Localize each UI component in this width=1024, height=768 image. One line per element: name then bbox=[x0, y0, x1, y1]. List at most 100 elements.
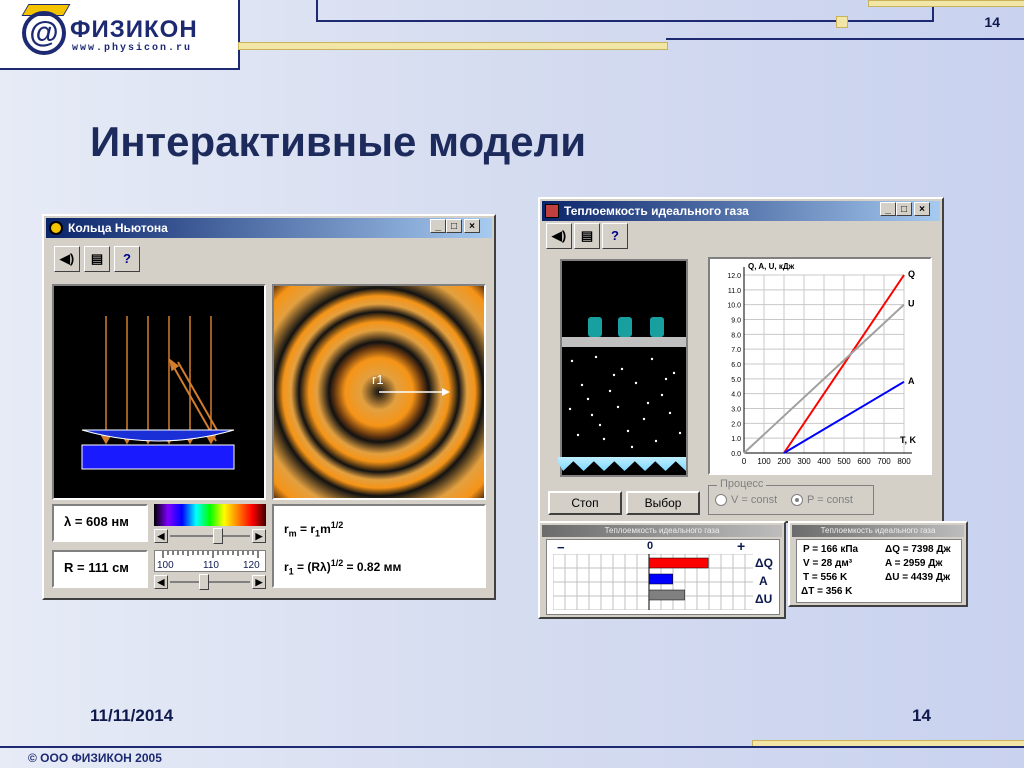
y-axis-label: Q, A, U, кДж bbox=[748, 262, 795, 271]
close-button[interactable]: × bbox=[914, 202, 930, 216]
radius-decrease-button[interactable]: ◀ bbox=[154, 575, 168, 589]
readout-a: A = 2959 Дж bbox=[885, 558, 943, 569]
footer-rule bbox=[0, 746, 1024, 748]
scale-label-1: 100 bbox=[157, 560, 174, 571]
radio-dot bbox=[795, 498, 799, 502]
close-button[interactable]: × bbox=[464, 219, 480, 233]
app-icon bbox=[545, 204, 559, 218]
y-tick-label: 10.0 bbox=[727, 303, 741, 310]
gas-cylinder bbox=[558, 259, 688, 477]
readout-p: P = 166 кПа bbox=[803, 544, 859, 555]
x-tick-label: 100 bbox=[757, 457, 771, 466]
y-tick-label: 12.0 bbox=[727, 273, 741, 280]
lambda-slider-thumb[interactable] bbox=[213, 528, 224, 544]
lens-diagram bbox=[81, 316, 235, 470]
logo-url: www.physicon.ru bbox=[72, 43, 193, 54]
y-tick-label: 3.0 bbox=[731, 407, 741, 414]
energy-bars-area: − 0 + ΔQ A ΔU bbox=[546, 538, 780, 615]
formula-r1: r1 = (Rλ)1/2 = 0.82 мм bbox=[284, 558, 402, 577]
stop-button[interactable]: Стоп bbox=[548, 491, 622, 515]
radio-p-const[interactable] bbox=[791, 494, 803, 506]
x-tick-label: 700 bbox=[877, 457, 891, 466]
maximize-button[interactable]: □ bbox=[896, 202, 912, 216]
energy-bar-0 bbox=[648, 557, 709, 569]
radio-v-label[interactable]: V = const bbox=[731, 494, 777, 506]
minus-sign: − bbox=[557, 540, 565, 555]
radius-slider-track[interactable] bbox=[170, 581, 250, 583]
description-button[interactable]: ▤ bbox=[84, 246, 110, 272]
page-number-top: 14 bbox=[984, 14, 1000, 30]
readout-dt: ΔT = 356 K bbox=[801, 586, 853, 597]
sound-button[interactable]: ◀) bbox=[546, 223, 572, 249]
window-title: Теплоемкость идеального газа bbox=[564, 204, 749, 218]
radius-slider-thumb[interactable] bbox=[198, 574, 209, 590]
minimize-button[interactable]: _ bbox=[430, 219, 446, 233]
y-tick-label: 6.0 bbox=[731, 362, 741, 369]
energy-bars-window: Теплоемкость идеального газа − 0 + ΔQ A … bbox=[538, 521, 786, 619]
scale-label-3: 120 bbox=[243, 560, 260, 571]
y-tick-label: 4.0 bbox=[731, 392, 741, 399]
y-tick-label: 1.0 bbox=[731, 436, 741, 443]
series-label-u: U bbox=[908, 299, 915, 309]
title-bar[interactable]: Кольца Ньютона bbox=[46, 218, 492, 238]
x-tick-label: 600 bbox=[857, 457, 871, 466]
energy-chart: 0 100 200 300 400 500 600 700 800 0.0 1.0 2.0 3.0 4.0… bbox=[708, 257, 932, 475]
small-title-bar[interactable]: Теплоемкость идеального газа bbox=[542, 525, 782, 537]
page-title: Интерактивные модели bbox=[90, 118, 587, 165]
help-icon: ? bbox=[611, 228, 619, 243]
y-tick-label: 7.0 bbox=[731, 347, 741, 354]
weight-icon bbox=[588, 317, 602, 337]
radius-increase-button[interactable]: ▶ bbox=[252, 575, 266, 589]
header-rule bbox=[666, 38, 1024, 40]
readout-window: Теплоемкость идеального газа P = 166 кПа… bbox=[788, 521, 968, 607]
spectrum-bar bbox=[154, 504, 266, 526]
help-icon: ? bbox=[123, 251, 131, 266]
energy-bar-1 bbox=[648, 573, 673, 585]
x-tick-label: 500 bbox=[837, 457, 851, 466]
x-tick-label: 0 bbox=[742, 457, 747, 466]
minimize-button[interactable]: _ bbox=[880, 202, 896, 216]
lambda-decrease-button[interactable]: ◀ bbox=[154, 529, 168, 543]
x-tick-label: 400 bbox=[817, 457, 831, 466]
zero-label: 0 bbox=[647, 540, 654, 552]
chart-canvas: 0 100 200 300 400 500 600 700 800 0.0 1.0 2.0 3.0 4.0… bbox=[727, 262, 916, 466]
header-rule bbox=[316, 0, 318, 22]
radio-p-label[interactable]: P = const bbox=[807, 494, 853, 506]
sound-button[interactable]: ◀) bbox=[54, 246, 80, 272]
header-bar bbox=[238, 42, 668, 50]
readout-t: T = 556 K bbox=[803, 572, 848, 583]
y-tick-label: 11.0 bbox=[728, 288, 741, 295]
readout-area: P = 166 кПа ΔQ = 7398 Дж V = 28 дм³ A = … bbox=[796, 539, 962, 603]
choose-button[interactable]: Выбор bbox=[626, 491, 700, 515]
x-tick-label: 200 bbox=[777, 457, 791, 466]
slide-page-number: 14 bbox=[912, 706, 931, 725]
x-tick-label: 800 bbox=[897, 457, 911, 466]
y-tick-label: 5.0 bbox=[731, 377, 741, 384]
maximize-button[interactable]: □ bbox=[446, 219, 462, 233]
radius-scale: 100 110 120 bbox=[154, 550, 266, 572]
radio-v-const[interactable] bbox=[715, 494, 727, 506]
y-tick-label: 2.0 bbox=[731, 421, 741, 428]
header-rule bbox=[932, 6, 934, 22]
series-label-a: A bbox=[908, 376, 915, 386]
speaker-icon: ◀) bbox=[551, 228, 567, 243]
formula-rm: rm = r1m1/2 bbox=[284, 520, 344, 539]
process-label: Процесс bbox=[717, 478, 767, 490]
lambda-slider-track[interactable] bbox=[170, 535, 250, 537]
radius-arrow bbox=[379, 388, 450, 396]
at-logo-icon: @ bbox=[22, 11, 66, 55]
description-button[interactable]: ▤ bbox=[574, 223, 600, 249]
scale-ticks bbox=[162, 551, 259, 558]
radius-readout: R = 111 см bbox=[52, 550, 148, 588]
lambda-readout: λ = 608 нм bbox=[52, 504, 148, 542]
help-button[interactable]: ? bbox=[114, 246, 140, 272]
logo-name: ФИЗИКОН bbox=[70, 16, 198, 43]
help-button[interactable]: ? bbox=[602, 223, 628, 249]
rings-pattern-view: r1 bbox=[272, 284, 486, 500]
small-title-bar[interactable]: Теплоемкость идеального газа bbox=[792, 525, 964, 537]
weight-icon bbox=[650, 317, 664, 337]
lens-experiment-view bbox=[52, 284, 266, 500]
plus-sign: + bbox=[737, 538, 746, 554]
lambda-increase-button[interactable]: ▶ bbox=[252, 529, 266, 543]
copyright: © ООО ФИЗИКОН 2005 bbox=[28, 751, 162, 765]
